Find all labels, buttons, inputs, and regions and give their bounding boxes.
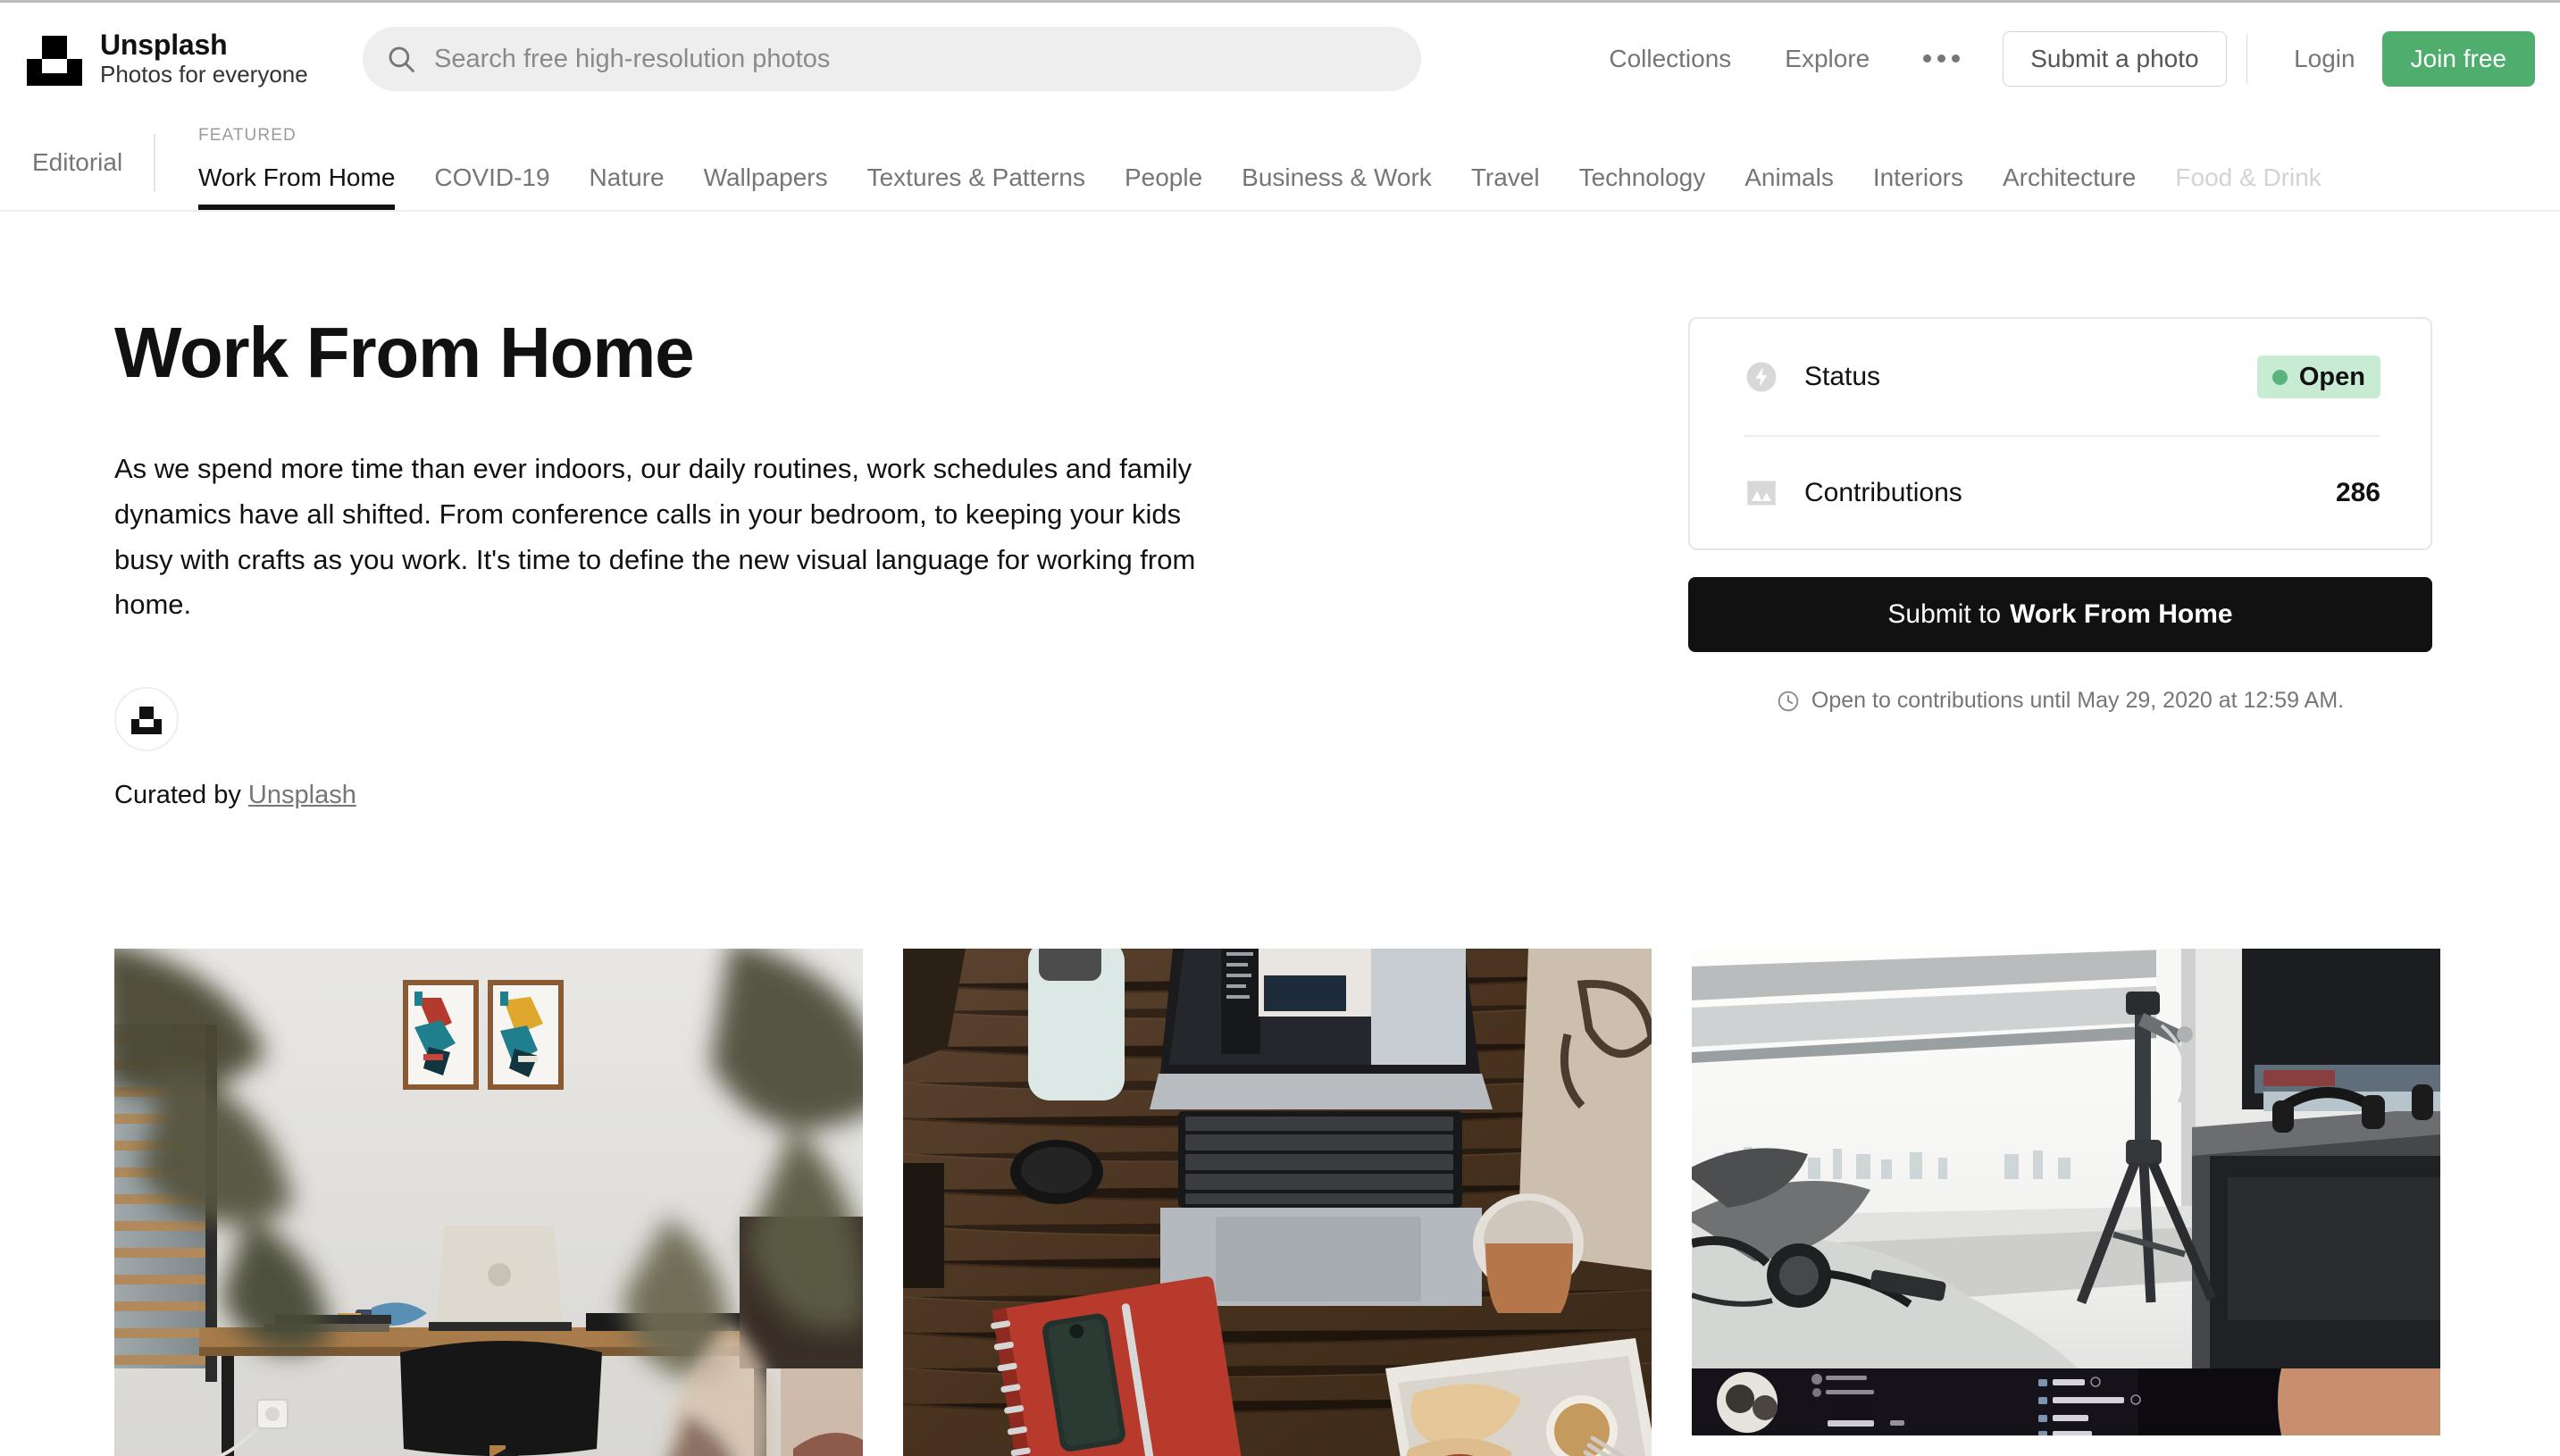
nav-editorial[interactable]: Editorial [20, 114, 135, 210]
contributions-value: 286 [2335, 478, 2380, 507]
nav-collections-link[interactable]: Collections [1609, 45, 1731, 73]
tab-label: Wallpapers [703, 163, 828, 191]
tab-interiors[interactable]: Interiors [1853, 114, 1983, 210]
photo-column-1 [114, 949, 863, 1456]
photo-image [1692, 949, 2440, 1368]
tab-label: Food & Drink [2175, 163, 2322, 191]
tab-label: Animals [1744, 163, 1834, 191]
photo-dark-screen-file-list[interactable] [1692, 1368, 2440, 1435]
tab-label: Business & Work [1242, 163, 1432, 191]
search-icon [389, 46, 414, 72]
tab-label: Work From Home [198, 163, 396, 191]
unsplash-logo-icon [27, 32, 82, 86]
nav-explore-link[interactable]: Explore [1785, 45, 1870, 73]
photo-grid [114, 949, 2446, 1456]
status-dot-icon [2271, 369, 2288, 385]
brand-logo-link[interactable]: Unsplash Photos for everyone [27, 29, 308, 88]
header-actions: Collections Explore Submit a photo Login… [1582, 3, 2535, 114]
tab-label: Nature [589, 163, 665, 191]
submit-to-collection-button[interactable]: Submit to Work From Home [1688, 577, 2432, 652]
tab-animals[interactable]: Animals [1725, 114, 1853, 210]
tab-textures-patterns[interactable]: Textures & Patterns [848, 114, 1105, 210]
photo-column-3 [1692, 949, 2440, 1435]
contributions-row: Contributions 286 [1690, 435, 2434, 551]
collection-info-card: Status Open Contributions 286 [1688, 317, 2432, 550]
unsplash-collection-page: Unsplash Photos for everyone Collections… [0, 0, 2560, 1456]
tab-label: Architecture [2002, 163, 2137, 191]
collection-description: As we spend more time than ever indoors,… [114, 453, 1196, 621]
brand-title: Unsplash [100, 29, 228, 62]
category-nav: Editorial FEATURED Work From Home COVID-… [0, 114, 2560, 212]
tab-food-drink[interactable]: Food & Drink [2155, 114, 2340, 210]
page-title: Work From Home [114, 313, 695, 392]
tab-label: Travel [1470, 163, 1540, 191]
photo-tripod-by-window-monochrome[interactable] [1692, 949, 2440, 1368]
clock-icon [1778, 690, 1799, 711]
curated-by: Curated by Unsplash [114, 781, 356, 810]
login-link[interactable]: Login [2294, 45, 2355, 73]
submit-a-photo-button[interactable]: Submit a photo [2003, 30, 2227, 87]
tab-work-from-home[interactable]: FEATURED Work From Home [179, 114, 414, 210]
curated-by-label: Curated by [114, 781, 241, 809]
tab-technology[interactable]: Technology [1560, 114, 1726, 210]
deadline-text: Open to contributions until May 29, 2020… [1811, 688, 2345, 713]
status-value: Open [2298, 362, 2365, 391]
photo-image [114, 949, 863, 1456]
nav-divider [154, 134, 155, 191]
submit-button-target: Work From Home [2010, 599, 2233, 629]
contributions-label: Contributions [1804, 478, 1962, 507]
search-bar[interactable] [363, 27, 1421, 91]
status-label: Status [1804, 362, 1881, 391]
tab-wallpapers[interactable]: Wallpapers [684, 114, 848, 210]
unsplash-avatar-icon [131, 705, 162, 734]
featured-tag: FEATURED [198, 126, 297, 145]
status-badge: Open [2256, 356, 2380, 398]
tab-label: Interiors [1872, 163, 1963, 191]
tab-business-work[interactable]: Business & Work [1222, 114, 1452, 210]
tab-architecture[interactable]: Architecture [1983, 114, 2155, 210]
photo-desk-with-macbook-and-framed-art[interactable] [114, 949, 863, 1456]
tab-nature[interactable]: Nature [570, 114, 684, 210]
submit-button-prefix: Submit to [1887, 599, 2002, 629]
image-icon [1747, 481, 1776, 506]
photo-image [903, 949, 1652, 1456]
tab-label: Technology [1578, 163, 1706, 191]
tab-covid-19[interactable]: COVID-19 [414, 114, 569, 210]
lightning-bolt-icon [1746, 362, 1777, 392]
deadline-note: Open to contributions until May 29, 2020… [1688, 688, 2432, 714]
brand-tagline: Photos for everyone [100, 60, 308, 88]
curator-avatar[interactable] [114, 687, 179, 751]
site-header: Unsplash Photos for everyone Collections… [0, 3, 2560, 114]
join-free-button[interactable]: Join free [2381, 30, 2535, 87]
header-divider [2246, 33, 2248, 84]
photo-image [1692, 1368, 2440, 1435]
category-list: FEATURED Work From Home COVID-19 Nature … [179, 114, 2341, 210]
tab-travel[interactable]: Travel [1452, 114, 1560, 210]
tab-people[interactable]: People [1105, 114, 1222, 210]
tab-label: People [1124, 163, 1203, 191]
search-input[interactable] [434, 37, 1327, 81]
photo-flatlay-macbook-notebook-and-lunch[interactable] [903, 949, 1652, 1456]
tab-label: COVID-19 [434, 163, 550, 191]
curator-link[interactable]: Unsplash [248, 781, 356, 809]
status-row: Status Open [1690, 319, 2434, 435]
photo-column-2 [903, 949, 1652, 1456]
tab-label: Textures & Patterns [866, 163, 1085, 191]
ellipsis-icon[interactable] [1920, 47, 1963, 70]
